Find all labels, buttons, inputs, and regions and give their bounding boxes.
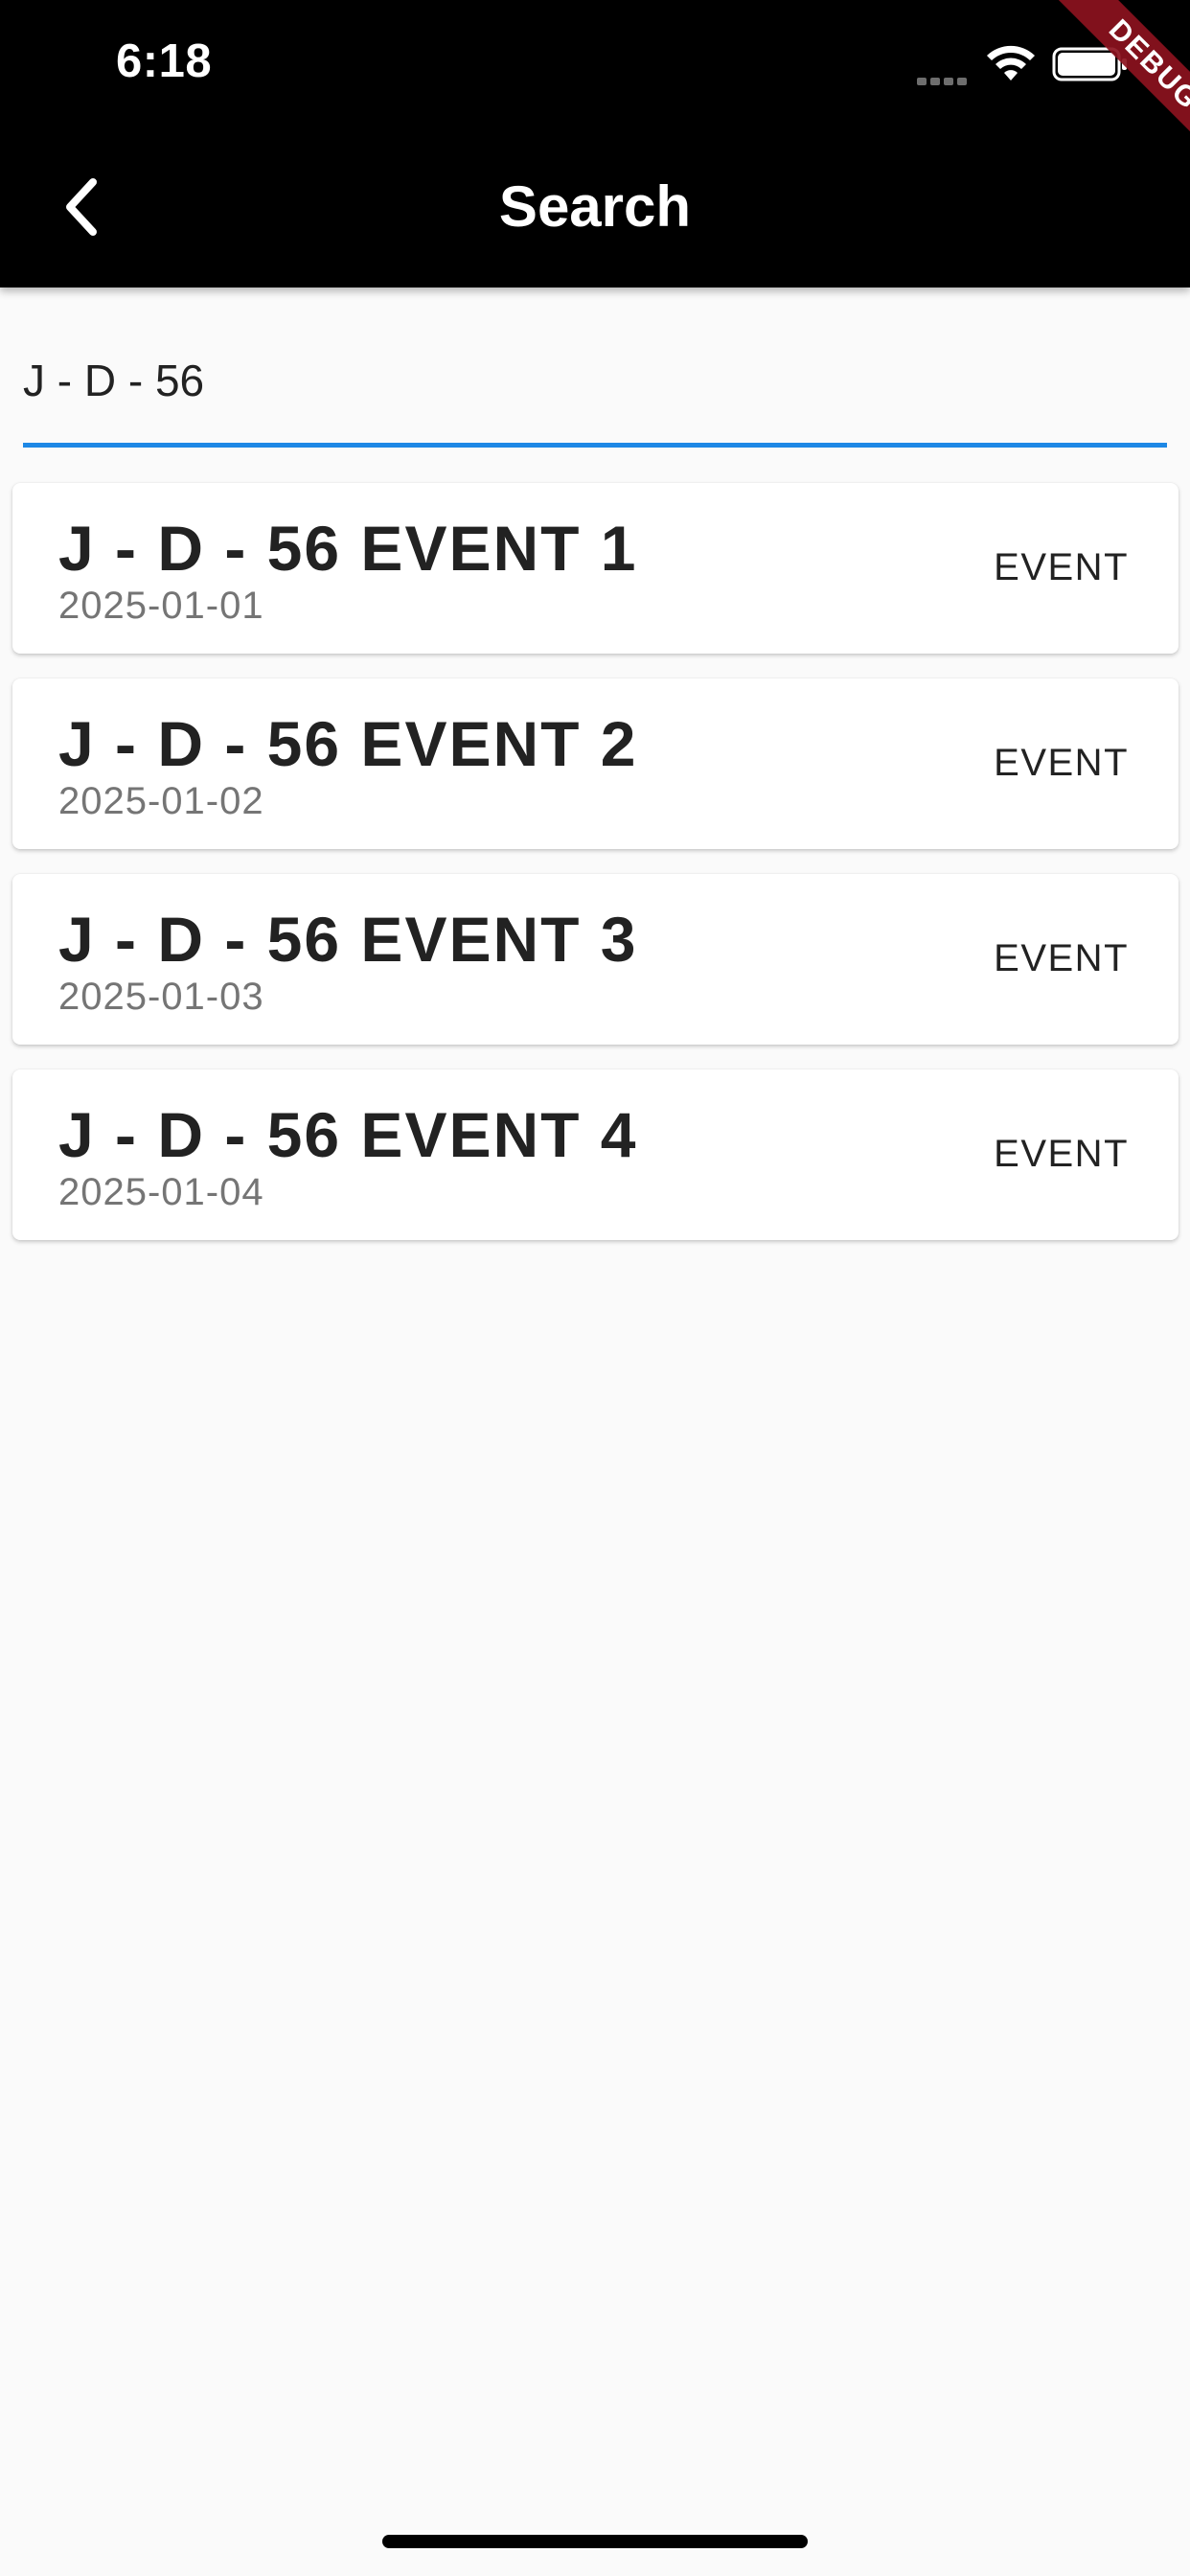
chevron-left-icon <box>66 178 97 236</box>
status-time: 6:18 <box>116 35 213 87</box>
result-title: J - D - 56 EVENT 4 <box>58 1099 638 1170</box>
search-underline <box>23 443 1167 448</box>
result-type-label: EVENT <box>994 742 1129 784</box>
result-card[interactable]: J - D - 56 EVENT 1 2025-01-01 EVENT <box>12 483 1179 654</box>
result-type-label: EVENT <box>994 1133 1129 1175</box>
search-input[interactable] <box>23 347 1167 414</box>
result-date: 2025-01-02 <box>58 780 264 822</box>
result-date: 2025-01-03 <box>58 976 264 1018</box>
wifi-icon <box>987 45 1035 80</box>
app-header: 6:18 Search <box>0 0 1190 288</box>
result-type-label: EVENT <box>994 546 1129 588</box>
battery-icon <box>1052 47 1127 81</box>
home-indicator[interactable] <box>382 2535 808 2548</box>
result-card[interactable]: J - D - 56 EVENT 3 2025-01-03 EVENT <box>12 874 1179 1045</box>
results-list: J - D - 56 EVENT 1 2025-01-01 EVENT J - … <box>12 483 1179 1265</box>
result-type-label: EVENT <box>994 937 1129 979</box>
result-title: J - D - 56 EVENT 2 <box>58 708 638 779</box>
result-date: 2025-01-04 <box>58 1171 264 1213</box>
result-card[interactable]: J - D - 56 EVENT 2 2025-01-02 EVENT <box>12 678 1179 849</box>
result-title: J - D - 56 EVENT 3 <box>58 904 638 975</box>
result-card[interactable]: J - D - 56 EVENT 4 2025-01-04 EVENT <box>12 1070 1179 1240</box>
search-field <box>23 326 1167 450</box>
result-title: J - D - 56 EVENT 1 <box>58 513 638 584</box>
result-date: 2025-01-01 <box>58 585 264 627</box>
cellular-signal-icon <box>917 73 974 85</box>
page-title: Search <box>498 174 692 239</box>
back-button[interactable] <box>48 169 115 245</box>
